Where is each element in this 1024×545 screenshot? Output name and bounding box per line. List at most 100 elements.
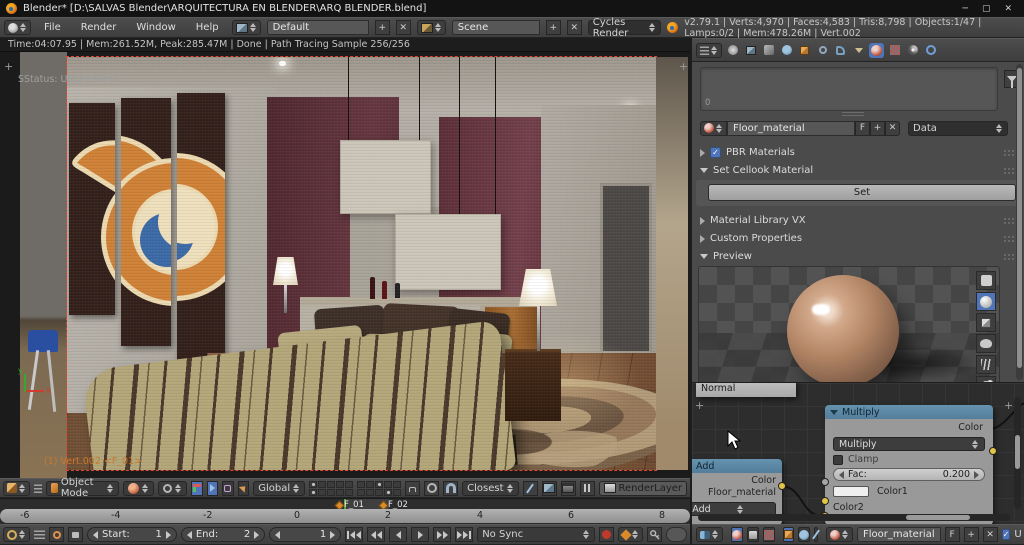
world-shader-toggle[interactable] xyxy=(798,527,810,542)
shading-selector[interactable] xyxy=(123,481,154,496)
keying-set-selector[interactable] xyxy=(618,527,643,542)
panel-grip-icon[interactable] xyxy=(1003,253,1016,261)
fake-user-button[interactable]: F xyxy=(945,527,960,542)
unlink-material-button[interactable]: ✕ xyxy=(983,527,998,542)
multiply-node[interactable]: Multiply Color Multiply Clamp Fac: xyxy=(825,405,993,524)
header-menu-icon[interactable] xyxy=(34,530,45,539)
tab-modifiers[interactable] xyxy=(833,43,848,58)
scene-selector[interactable]: Scene xyxy=(452,20,540,35)
pause-button[interactable] xyxy=(580,481,595,496)
proportional-edit-toggle[interactable] xyxy=(424,481,439,496)
jump-to-start-button[interactable] xyxy=(345,527,363,542)
tab-constraints[interactable] xyxy=(815,43,830,58)
node-sidebar-expand-icon[interactable]: + xyxy=(1004,399,1013,412)
node-editor-vscrollbar[interactable] xyxy=(1014,397,1021,509)
panel-set-cellook[interactable]: Set Cellook Material xyxy=(692,162,1024,179)
material-name-field[interactable]: Floor_material xyxy=(727,121,855,136)
fake-user-button[interactable]: F xyxy=(855,121,870,136)
node-editor-hscrollbar[interactable] xyxy=(698,514,1010,521)
keying-set-field[interactable] xyxy=(666,527,687,542)
tab-world[interactable] xyxy=(779,43,794,58)
node-material-name-field[interactable]: Floor_material xyxy=(857,527,941,542)
manipulator-extra-toggle[interactable] xyxy=(238,481,250,496)
opengl-render-button[interactable] xyxy=(523,481,538,496)
properties-editor-type-button[interactable] xyxy=(696,43,722,58)
snap-element-selector[interactable]: Closest xyxy=(462,481,518,496)
manipulator-translate-toggle[interactable] xyxy=(191,481,203,496)
layers-group-2[interactable] xyxy=(357,481,401,496)
current-frame-stepper[interactable]: 1 xyxy=(269,527,341,542)
opengl-render-anim-button[interactable] xyxy=(561,481,576,496)
new-material-button[interactable]: + xyxy=(964,527,979,542)
insert-keyframe-button[interactable] xyxy=(647,527,662,542)
close-button[interactable]: ✕ xyxy=(1004,4,1012,14)
tab-object[interactable] xyxy=(797,43,812,58)
tab-data[interactable] xyxy=(851,43,866,58)
jump-to-end-button[interactable] xyxy=(455,527,473,542)
auto-keyframe-button[interactable] xyxy=(599,527,614,542)
render-engine-selector[interactable]: Cycles Render xyxy=(588,20,661,35)
linestyle-shader-toggle[interactable] xyxy=(814,527,818,542)
maximize-button[interactable]: ▢ xyxy=(982,4,991,14)
color1-swatch[interactable] xyxy=(833,486,869,497)
orientation-selector[interactable]: Global xyxy=(253,481,305,496)
preview-cube-button[interactable] xyxy=(976,313,996,332)
timeline-ruler[interactable]: -6 -4 -2 0 2 4 6 8 xyxy=(0,509,690,523)
header-menu-icon[interactable] xyxy=(34,484,42,493)
panel-grip-icon[interactable] xyxy=(1003,217,1016,225)
menu-window[interactable]: Window xyxy=(129,22,182,33)
playback-range-lock-button[interactable] xyxy=(49,527,64,542)
play-button[interactable] xyxy=(411,527,429,542)
new-material-button[interactable]: + xyxy=(870,121,885,136)
fac-input-socket[interactable] xyxy=(821,478,829,486)
normal-node[interactable]: Normal xyxy=(696,382,796,397)
menu-help[interactable]: Help xyxy=(189,22,226,33)
panel-preview[interactable]: Preview xyxy=(692,248,1024,265)
play-reverse-button[interactable] xyxy=(389,527,407,542)
tab-render[interactable] xyxy=(725,43,740,58)
timeline-editor-type-button[interactable] xyxy=(3,527,30,542)
lock-toggle[interactable] xyxy=(405,481,420,496)
panel-grip-icon[interactable] xyxy=(1003,235,1016,243)
clamp-checkbox[interactable] xyxy=(833,455,843,465)
scene-icon-button[interactable] xyxy=(417,20,446,35)
end-frame-stepper[interactable]: End: 2 xyxy=(181,527,265,542)
viewport-editor-type-button[interactable] xyxy=(3,481,30,496)
node-toolshelf-expand-icon[interactable]: + xyxy=(695,399,704,412)
pbr-checkbox[interactable]: ✓ xyxy=(710,147,721,158)
unlink-material-button[interactable]: ✕ xyxy=(885,121,900,136)
panel-custom-properties[interactable]: Custom Properties xyxy=(692,230,1024,247)
previous-keyframe-button[interactable] xyxy=(367,527,385,542)
tab-texture[interactable] xyxy=(887,43,902,58)
layers-group-1[interactable] xyxy=(309,481,353,496)
layout-close-button[interactable]: ✕ xyxy=(396,20,411,35)
snap-toggle[interactable] xyxy=(443,481,458,496)
screen-layout-icon-button[interactable] xyxy=(232,20,261,35)
panel-grip-icon[interactable] xyxy=(1003,167,1016,175)
opengl-render-image-button[interactable] xyxy=(542,481,557,496)
preview-flat-button[interactable] xyxy=(976,271,996,290)
layout-add-button[interactable]: + xyxy=(375,20,390,35)
texture-nodes-toggle[interactable] xyxy=(763,527,775,542)
panel-material-library[interactable]: Material Library VX xyxy=(692,212,1024,229)
tab-render-layers[interactable] xyxy=(743,43,758,58)
sidebar-expand-icon[interactable]: + xyxy=(679,60,688,73)
panel-pbr-materials[interactable]: ✓ PBR Materials xyxy=(692,144,1024,161)
material-slot-list[interactable]: 0 xyxy=(700,67,998,111)
start-frame-stepper[interactable]: Start: 1 xyxy=(87,527,177,542)
preview-sphere-button[interactable] xyxy=(976,292,996,311)
panel-grip-icon[interactable] xyxy=(1003,149,1016,157)
color1-input-socket[interactable] xyxy=(821,497,829,505)
tab-scene[interactable] xyxy=(761,43,776,58)
timeline-editor[interactable]: F_01 F_02 -6 -4 -2 0 2 4 6 8 xyxy=(0,498,690,524)
object-shader-toggle[interactable] xyxy=(783,527,794,542)
fac-slider[interactable]: Fac: 0.200 xyxy=(833,468,985,481)
set-button[interactable]: Set xyxy=(708,184,1016,201)
preview-hair-button[interactable] xyxy=(976,355,996,374)
tab-particles[interactable] xyxy=(905,43,920,58)
browse-material-button[interactable] xyxy=(700,121,727,136)
viewport-3d[interactable]: + + SStatus: UNDEFINED (1) Vert.002 <F_0… xyxy=(0,52,690,478)
compositing-nodes-toggle[interactable] xyxy=(747,527,759,542)
manipulator-rotate-toggle[interactable] xyxy=(207,481,219,496)
lock-frame-button[interactable] xyxy=(68,527,83,542)
